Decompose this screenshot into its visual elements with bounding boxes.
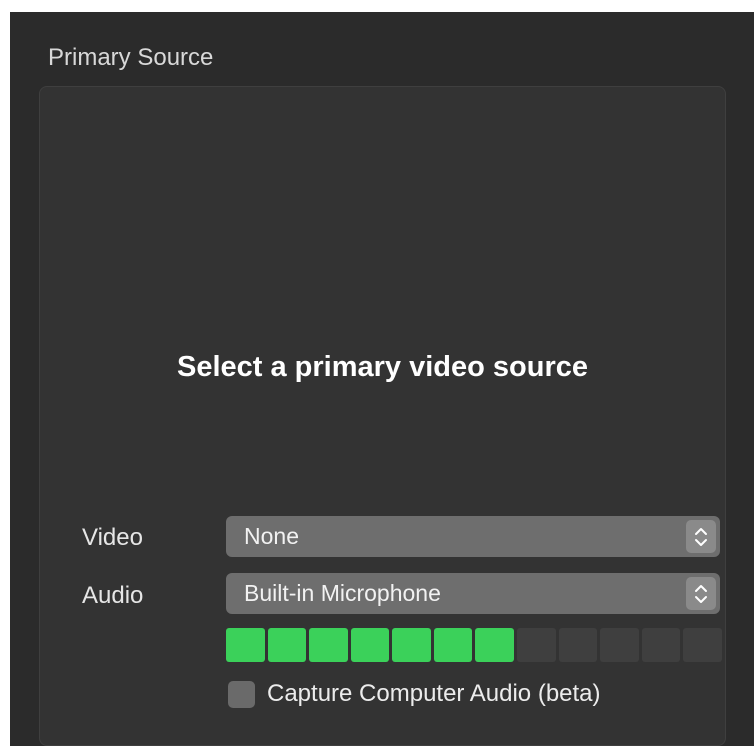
audio-level-meter [226, 628, 722, 662]
meter-segment [309, 628, 348, 662]
video-selected-value: None [244, 523, 299, 549]
meter-segment [641, 628, 681, 662]
meter-segment [517, 628, 556, 662]
capture-audio-checkbox[interactable] [228, 680, 255, 708]
meter-segment [600, 628, 639, 662]
meter-segment [558, 628, 598, 662]
video-source-select[interactable]: None [226, 516, 720, 557]
recorder-window: Primary Source Select a primary video so… [10, 12, 754, 746]
chevron-up-down-icon [686, 577, 716, 610]
select-source-prompt: Select a primary video source [176, 351, 589, 383]
meter-segment [433, 628, 473, 662]
audio-selected-value: Built-in Microphone [244, 580, 441, 606]
meter-segment [392, 628, 431, 662]
meter-segment [267, 628, 307, 662]
meter-segment [475, 628, 515, 662]
capture-audio-label: Capture Computer Audio (beta) [267, 680, 601, 707]
audio-source-select[interactable]: Built-in Microphone [226, 573, 720, 614]
section-title: Primary Source [48, 44, 214, 71]
meter-segment [350, 628, 390, 662]
meter-segment [226, 628, 265, 662]
meter-segment [683, 628, 722, 662]
capture-computer-audio-option[interactable]: Capture Computer Audio (beta) [228, 680, 601, 708]
chevron-up-down-icon [686, 520, 716, 553]
audio-label: Audio [82, 582, 144, 609]
video-label: Video [82, 524, 143, 551]
